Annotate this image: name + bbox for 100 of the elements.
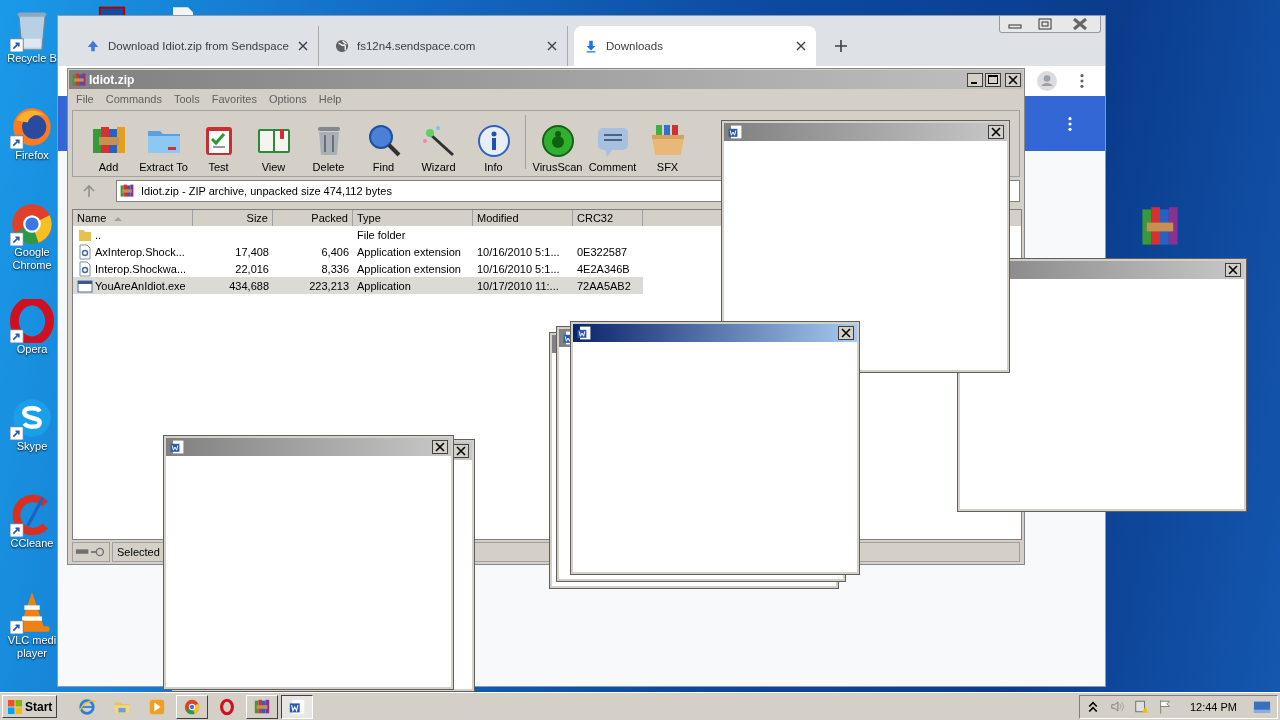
table-cell: Interop.Shockwa... xyxy=(95,262,187,275)
file-row[interactable]: .. File folder xyxy=(73,226,643,243)
table-cell: Application xyxy=(357,279,411,292)
table-cell: 10/16/2010 5:1... xyxy=(477,262,560,275)
chrome-icon xyxy=(183,697,202,716)
info-icon xyxy=(475,123,512,159)
toolbar-button[interactable]: VirusScan xyxy=(530,123,585,173)
file-row[interactable]: YouAreAnIdiot.exe 434,688 223,213 Application 10/17/2010 11:... 72AA5AB2 xyxy=(73,277,643,294)
toolbar-button[interactable]: Comment xyxy=(585,123,640,173)
firefox-icon[interactable] xyxy=(10,105,54,149)
wand-icon xyxy=(420,123,457,159)
file-row[interactable]: Interop.Shockwa... 22,016 8,336 Application extension 10/16/2010 5:1... 4E2A346B xyxy=(73,260,643,277)
window-title: Idiot.zip xyxy=(89,72,135,87)
close-icon[interactable] xyxy=(1005,72,1021,87)
table-cell: 8,336 xyxy=(321,262,349,275)
play-icon xyxy=(148,697,167,716)
column-header[interactable]: Type xyxy=(353,210,473,226)
bug-icon xyxy=(539,123,576,159)
drive-key-icon xyxy=(75,546,107,558)
taskbar-button[interactable] xyxy=(281,694,314,719)
column-header[interactable]: Name xyxy=(73,210,193,226)
close-icon[interactable] xyxy=(838,326,854,340)
file-row[interactable]: AxInterop.Shock... 17,408 6,406 Application extension 10/16/2010 5:1... 0E322587 xyxy=(73,243,643,260)
gear-file-icon xyxy=(77,243,93,260)
flag-icon[interactable] xyxy=(1157,699,1172,714)
books-icon xyxy=(71,71,87,88)
tab-title: fs12n4.sendspace.com xyxy=(357,40,477,52)
menu-item[interactable]: Options xyxy=(268,93,307,105)
close-icon[interactable] xyxy=(298,41,308,51)
table-cell: 0E322587 xyxy=(577,245,628,258)
toolbar-button[interactable]: Delete xyxy=(301,123,356,173)
word-document-icon xyxy=(288,697,307,716)
skype-icon[interactable] xyxy=(10,396,54,440)
globe-icon xyxy=(335,39,349,53)
table-cell: AxInterop.Shock... xyxy=(95,245,185,258)
menu-item[interactable]: Tools xyxy=(174,93,200,105)
table-cell: 17,408 xyxy=(235,245,269,258)
avatar-icon[interactable] xyxy=(1037,71,1057,91)
table-cell: 6,406 xyxy=(321,245,349,258)
menu-item[interactable]: Favorites xyxy=(211,93,257,105)
gear-file-icon xyxy=(77,260,93,277)
show-desktop-icon[interactable] xyxy=(1253,699,1271,714)
browser-tab[interactable]: Downloads xyxy=(574,26,816,66)
opera-icon[interactable] xyxy=(10,299,54,343)
table-cell: 4E2A346B xyxy=(577,262,630,275)
table-cell: 434,688 xyxy=(229,279,269,292)
toolbar-button[interactable]: SFX xyxy=(640,123,695,173)
books-icon xyxy=(119,183,135,199)
sort-arrow-icon xyxy=(114,215,123,221)
internet-explorer-icon xyxy=(78,697,97,716)
download-icon xyxy=(584,39,598,53)
toolbar-button[interactable]: Wizard xyxy=(411,123,466,173)
close-icon[interactable] xyxy=(1225,263,1241,277)
menu-item[interactable]: Commands xyxy=(105,93,162,105)
word-document-icon xyxy=(169,439,185,455)
word-document-icon xyxy=(576,325,592,341)
new-tab-icon[interactable] xyxy=(834,39,848,53)
maximize-icon[interactable] xyxy=(985,72,1001,87)
table-cell: 72AA5AB2 xyxy=(577,279,631,292)
column-header[interactable]: Size xyxy=(193,210,273,226)
network-warning-icon[interactable] xyxy=(1133,699,1148,714)
chrome-icon[interactable] xyxy=(10,202,54,246)
desktop-icon-label[interactable]: CCleane xyxy=(6,537,58,550)
close-icon[interactable] xyxy=(547,41,557,51)
toolbar-button[interactable]: View xyxy=(246,123,301,173)
menu-icon[interactable] xyxy=(1067,115,1073,132)
app-window-icon xyxy=(77,277,93,294)
toolbar-button[interactable]: Info xyxy=(466,123,521,173)
toolbar-button[interactable]: Find xyxy=(356,123,411,173)
close-icon[interactable] xyxy=(988,125,1004,139)
column-header[interactable]: Packed xyxy=(273,210,353,226)
table-cell: 223,213 xyxy=(309,279,349,292)
menu-item[interactable]: Help xyxy=(318,93,342,105)
close-icon[interactable] xyxy=(432,440,448,454)
desktop-icon-label[interactable]: Skype xyxy=(6,440,58,453)
word-document-icon xyxy=(727,124,743,140)
menu-icon[interactable] xyxy=(1079,73,1085,89)
clock: 12:44 PM xyxy=(1189,700,1237,713)
minimize-icon[interactable] xyxy=(967,72,983,87)
toolbar-button[interactable]: Test xyxy=(191,123,246,173)
column-header[interactable]: Modified xyxy=(473,210,573,226)
table-cell: Application extension xyxy=(357,262,461,275)
close-icon[interactable] xyxy=(796,41,806,51)
table-cell: .. xyxy=(95,228,102,241)
start-button[interactable]: Start xyxy=(2,695,58,718)
toolbar-button[interactable]: Add xyxy=(81,123,136,173)
table-cell: 10/16/2010 5:1... xyxy=(477,245,560,258)
table-cell: 10/17/2010 11:... xyxy=(477,279,559,292)
table-cell: YouAreAnIdiot.exe xyxy=(95,279,186,292)
tab-title: Downloads xyxy=(606,40,664,52)
table-cell: File folder xyxy=(357,228,406,241)
menu-item[interactable]: File xyxy=(76,93,94,105)
opera-icon xyxy=(218,697,237,716)
up-arrow-icon xyxy=(86,39,100,53)
windows-logo-icon xyxy=(7,698,23,715)
toolbar-button[interactable]: Extract To xyxy=(136,123,191,173)
desktop-icon-label[interactable]: VLC medi player xyxy=(6,634,58,660)
column-header[interactable]: CRC32 xyxy=(573,210,643,226)
table-cell: Application extension xyxy=(357,245,461,258)
table-cell: 22,016 xyxy=(235,262,269,275)
